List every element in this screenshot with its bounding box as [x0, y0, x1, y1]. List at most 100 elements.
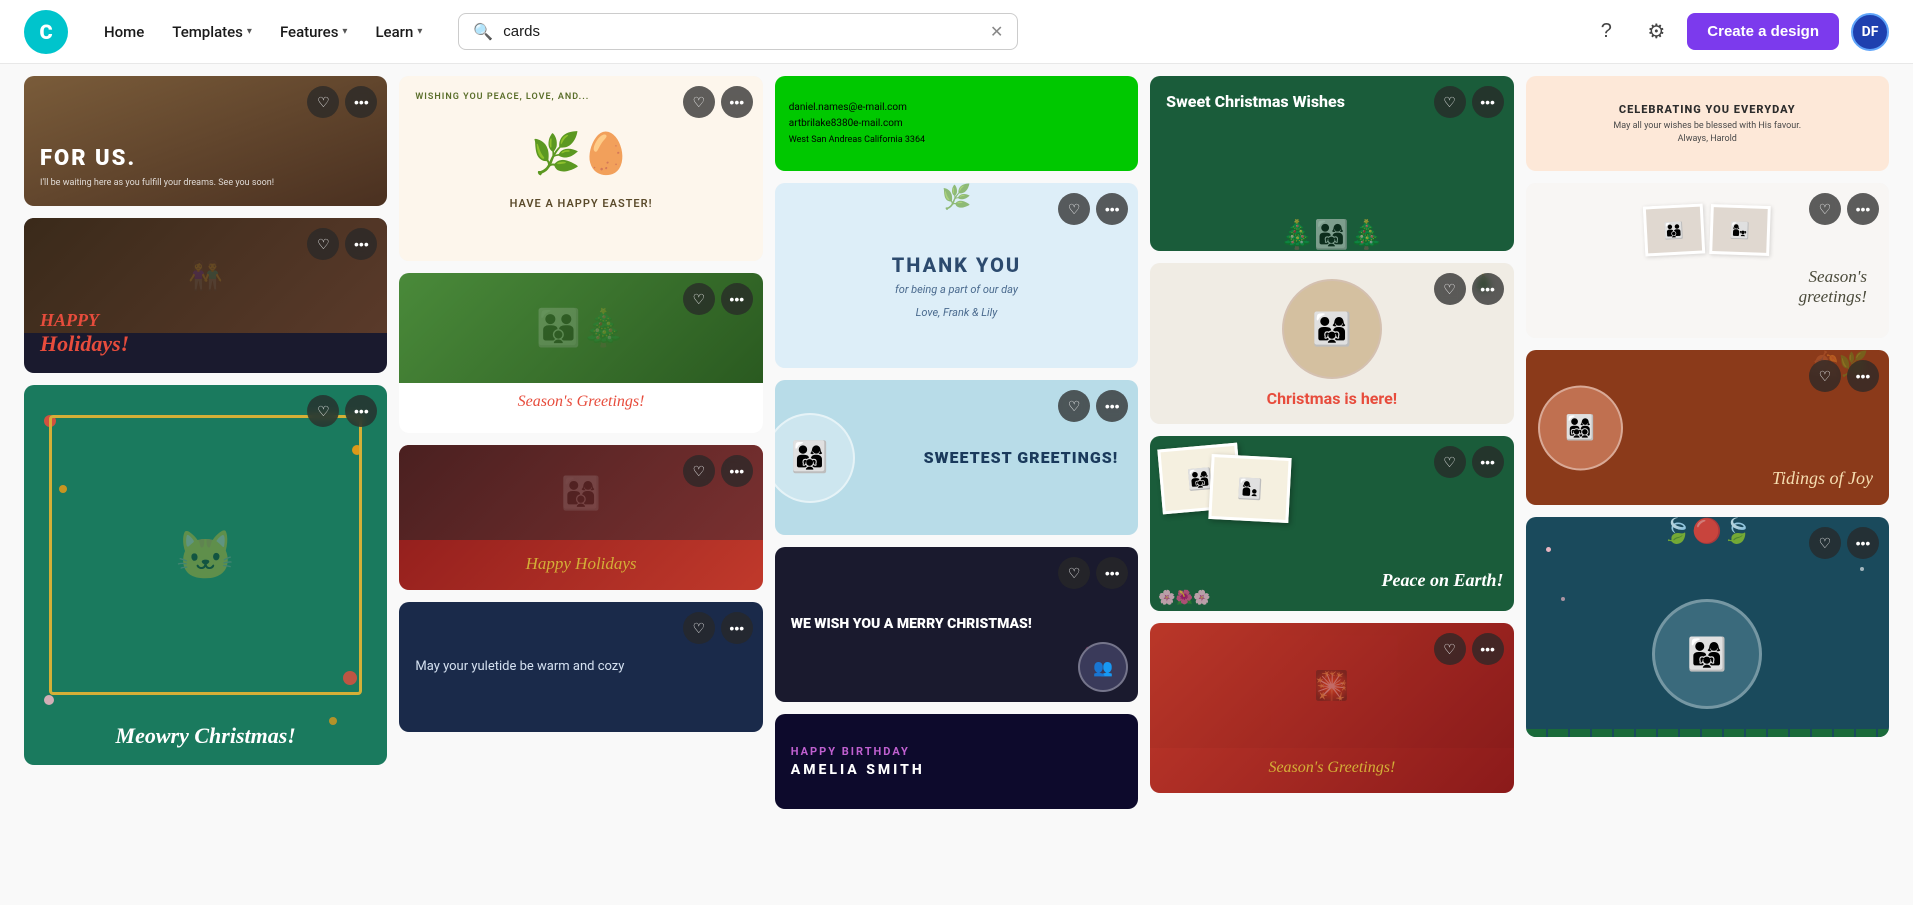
nav-right: ? ⚙ Create a design DF [1587, 13, 1889, 51]
card-tidings-joy[interactable]: 👨‍👩‍👧‍👦 🍂🌿 Tidings of Joy ♡ ••• [1526, 350, 1889, 505]
card-favorite-button[interactable]: ♡ [683, 283, 715, 315]
search-input[interactable] [503, 23, 980, 40]
card-more-button[interactable]: ••• [1096, 193, 1128, 225]
card-more-button[interactable]: ••• [1472, 446, 1504, 478]
card-sweetest-greetings[interactable]: 👨‍👩‍👧 SWEETEST GREETINGS! ♡ ••• [775, 380, 1138, 535]
card-seasons-red-bottom[interactable]: 🎇 Season's Greetings! ♡ ••• [1150, 623, 1513, 793]
card-favorite-button[interactable]: ♡ [1058, 193, 1090, 225]
main-content: FOR US. I'll be waiting here as you fulf… [0, 64, 1913, 905]
card-sweet-xmas[interactable]: Sweet Christmas Wishes 🎄👨‍👩‍👧🎄 ♡ ••• [1150, 76, 1513, 251]
card-favorite-button[interactable]: ♡ [1434, 273, 1466, 305]
card-peace-earth[interactable]: 👨‍👩‍👧 👩‍👦 🌸🌺🌸 Peace on Earth! ♡ ••• [1150, 436, 1513, 611]
card-favorite-button[interactable]: ♡ [307, 395, 339, 427]
card-yuletide-text: May your yuletide be warm and cozy [415, 657, 746, 677]
templates-chevron-icon: ▾ [247, 26, 252, 37]
avatar[interactable]: DF [1851, 13, 1889, 51]
card-peace-actions: ♡ ••• [1434, 446, 1504, 478]
card-teal-dark-christmas[interactable]: 🍃🔴🍃 👨‍👩‍👧 ♡ ••• [1526, 517, 1889, 737]
card-thank-you-subtitle: for being a part of our day [895, 283, 1018, 296]
features-chevron-icon: ▾ [342, 26, 347, 37]
card-more-button[interactable]: ••• [1096, 557, 1128, 589]
card-green-biz-text: daniel.names@e-mail.comartbrilake8380e-m… [789, 100, 1124, 148]
card-happy-holidays-red-text: Happy Holidays [415, 554, 746, 574]
card-thank-you-title: THANK YOU [892, 253, 1021, 277]
card-meowry-actions: ♡ ••• [307, 395, 377, 427]
card-more-button[interactable]: ••• [1847, 527, 1879, 559]
card-more-button[interactable]: ••• [345, 395, 377, 427]
card-more-button[interactable]: ••• [721, 283, 753, 315]
nav-links: Home Templates ▾ Features ▾ Learn ▾ [92, 15, 434, 49]
help-icon: ? [1601, 20, 1612, 43]
card-xmas-here-actions: ♡ ••• [1434, 273, 1504, 305]
search-bar: 🔍 ✕ [458, 13, 1018, 50]
card-happy-holidays-red-actions: ♡ ••• [683, 455, 753, 487]
card-thank-you[interactable]: 🌿 THANK YOU for being a part of our day … [775, 183, 1138, 368]
card-seasons-photo-white[interactable]: 👪 👩‍👧 Season'sgreetings! ♡ ••• [1526, 183, 1889, 338]
card-we-wish-actions: ♡ ••• [1058, 557, 1128, 589]
canva-logo[interactable]: C [24, 10, 68, 54]
create-design-button[interactable]: Create a design [1687, 13, 1839, 50]
card-for-us-title: FOR US. [40, 146, 371, 171]
card-celebrating[interactable]: CELEBRATING YOU EVERYDAY May all your wi… [1526, 76, 1889, 171]
card-favorite-button[interactable]: ♡ [1434, 633, 1466, 665]
card-seasons-red-text: Season's Greetings! [1268, 759, 1395, 777]
card-we-wish[interactable]: 🌺 WE WISH YOU A MERRY CHRISTMAS! 👥 ♡ ••• [775, 547, 1138, 702]
card-seasons-photo-actions: ♡ ••• [1809, 193, 1879, 225]
card-xmas-here[interactable]: 👨‍👩‍👧 🎄 Christmas is here! ♡ ••• [1150, 263, 1513, 424]
card-green-biz[interactable]: daniel.names@e-mail.comartbrilake8380e-m… [775, 76, 1138, 171]
card-favorite-button[interactable]: ♡ [1809, 527, 1841, 559]
card-seasons-actions: ♡ ••• [683, 283, 753, 315]
card-more-button[interactable]: ••• [1847, 360, 1879, 392]
card-birthday[interactable]: HAPPY BIRTHDAY AMELIA SMITH [775, 714, 1138, 809]
card-favorite-button[interactable]: ♡ [683, 86, 715, 118]
card-favorite-button[interactable]: ♡ [1809, 360, 1841, 392]
card-for-us[interactable]: FOR US. I'll be waiting here as you fulf… [24, 76, 387, 206]
card-tidings-actions: ♡ ••• [1809, 360, 1879, 392]
card-favorite-button[interactable]: ♡ [1434, 446, 1466, 478]
card-favorite-button[interactable]: ♡ [683, 455, 715, 487]
card-birthday-name: AMELIA SMITH [791, 762, 1122, 778]
nav-learn[interactable]: Learn ▾ [363, 15, 434, 49]
card-favorite-button[interactable]: ♡ [1809, 193, 1841, 225]
card-more-button[interactable]: ••• [345, 86, 377, 118]
card-meowry-christmas[interactable]: 🐱 Meowry Christmas! ♡ ••• [24, 385, 387, 765]
card-yuletide[interactable]: May your yuletide be warm and cozy ♡ ••• [399, 602, 762, 732]
card-more-button[interactable]: ••• [1096, 390, 1128, 422]
card-sweetest-actions: ♡ ••• [1058, 390, 1128, 422]
card-easter[interactable]: WISHING YOU PEACE, LOVE, AND... 🌿🥚 HAVE … [399, 76, 762, 261]
card-thank-you-actions: ♡ ••• [1058, 193, 1128, 225]
nav-templates[interactable]: Templates ▾ [160, 15, 264, 49]
card-sweetest-text: SWEETEST GREETINGS! [924, 448, 1119, 467]
card-easter-bottom: HAVE A HAPPY EASTER! [415, 197, 746, 210]
card-favorite-button[interactable]: ♡ [307, 228, 339, 260]
learn-chevron-icon: ▾ [417, 26, 422, 37]
clear-search-icon[interactable]: ✕ [990, 22, 1003, 41]
card-seasons-greetings-photo[interactable]: 👪🎄 Season's Greetings! ♡ ••• [399, 273, 762, 433]
card-more-button[interactable]: ••• [1847, 193, 1879, 225]
card-favorite-button[interactable]: ♡ [683, 612, 715, 644]
card-more-button[interactable]: ••• [1472, 273, 1504, 305]
card-more-button[interactable]: ••• [345, 228, 377, 260]
card-celebrating-sig: Always, Harold [1678, 134, 1737, 144]
card-seasons-red-actions: ♡ ••• [1434, 633, 1504, 665]
card-more-button[interactable]: ••• [1472, 633, 1504, 665]
nav-features[interactable]: Features ▾ [268, 15, 360, 49]
card-yuletide-actions: ♡ ••• [683, 612, 753, 644]
card-celebrating-title: CELEBRATING YOU EVERYDAY [1619, 103, 1796, 116]
nav-home[interactable]: Home [92, 15, 156, 49]
card-happy-holidays[interactable]: 👫 HAPPY Holidays! ♡ ••• [24, 218, 387, 373]
card-teal-dark-actions: ♡ ••• [1809, 527, 1879, 559]
help-button[interactable]: ? [1587, 13, 1625, 51]
card-grid: FOR US. I'll be waiting here as you fulf… [24, 76, 1889, 809]
card-happy-holidays-red[interactable]: 👨‍👩‍👦 Happy Holidays ♡ ••• [399, 445, 762, 590]
card-favorite-button[interactable]: ♡ [1058, 390, 1090, 422]
card-more-button[interactable]: ••• [721, 612, 753, 644]
card-favorite-button[interactable]: ♡ [1058, 557, 1090, 589]
card-more-button[interactable]: ••• [721, 86, 753, 118]
card-favorite-button[interactable]: ♡ [307, 86, 339, 118]
card-for-us-actions: ♡ ••• [307, 86, 377, 118]
navbar: C Home Templates ▾ Features ▾ Learn ▾ 🔍 … [0, 0, 1913, 64]
card-more-button[interactable]: ••• [721, 455, 753, 487]
card-happy-holidays-text: HAPPY Holidays! [40, 310, 129, 357]
settings-button[interactable]: ⚙ [1637, 13, 1675, 51]
